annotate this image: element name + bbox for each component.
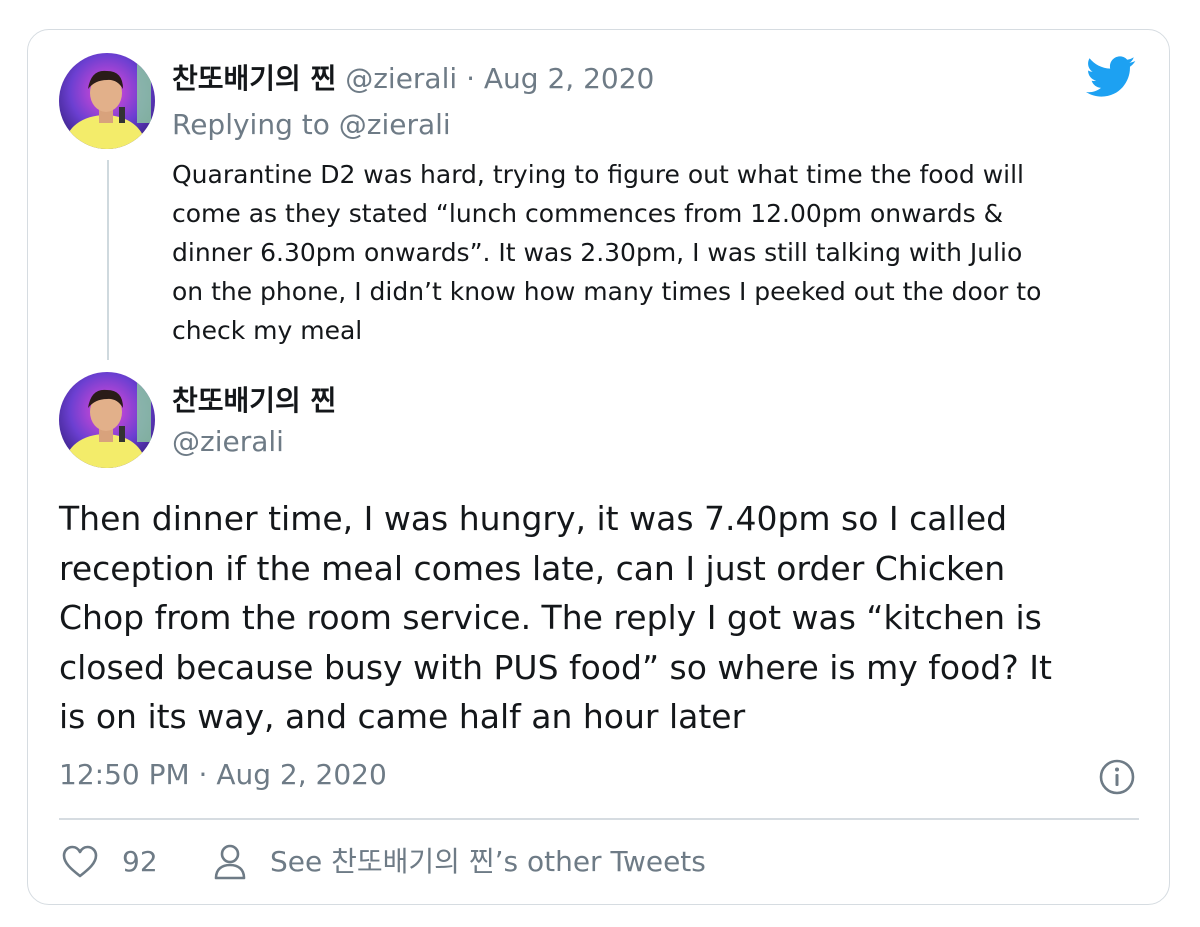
parent-display-name[interactable]: 찬또배기의 찐 — [172, 62, 336, 95]
replying-to-prefix: Replying to — [172, 108, 330, 141]
heart-icon[interactable] — [61, 844, 99, 880]
parent-tweet-header: 찬또배기의 찐 @zierali · Aug 2, 2020 — [172, 60, 654, 98]
main-text-line: Chop from the room service. The reply I … — [59, 598, 1042, 637]
parent-text-line: come as they stated “lunch commences fro… — [172, 199, 1004, 228]
main-text-line: closed because busy with PUS food” so wh… — [59, 647, 1052, 687]
tweet-timestamp[interactable]: 12:50 PM · Aug 2, 2020 — [59, 756, 387, 794]
info-icon[interactable] — [1097, 757, 1137, 797]
main-text-line: Then dinner time, I was hungry, it was 7… — [59, 499, 1008, 538]
parent-date[interactable]: Aug 2, 2020 — [484, 62, 654, 95]
replying-to-handle[interactable]: @zierali — [339, 108, 451, 141]
parent-handle[interactable]: @zierali — [345, 62, 457, 95]
main-handle[interactable]: @zierali — [172, 423, 284, 461]
person-icon[interactable] — [213, 843, 247, 881]
parent-tweet-text: Quarantine D2 was hard, trying to figure… — [172, 155, 1147, 350]
thread-connector-line — [107, 160, 109, 360]
parent-text-line: Quarantine D2 was hard, trying to figure… — [172, 160, 1025, 189]
replying-to: Replying to @zierali — [172, 106, 451, 144]
parent-text-line: check my meal — [172, 316, 363, 345]
main-tweet-avatar[interactable] — [59, 372, 155, 468]
main-display-name[interactable]: 찬또배기의 찐 — [172, 382, 336, 420]
main-tweet-text: Then dinner time, I was hungry, it was 7… — [59, 494, 1139, 742]
twitter-bird-icon[interactable] — [1086, 56, 1136, 98]
main-text-line: reception if the meal comes late, can I … — [59, 548, 1006, 588]
parent-tweet-avatar[interactable] — [59, 53, 155, 149]
footer-divider — [59, 818, 1139, 820]
parent-text-line: dinner 6.30pm onwards”. It was 2.30pm, I… — [172, 238, 1023, 267]
like-count[interactable]: 92 — [122, 843, 158, 881]
see-other-tweets-link[interactable]: See 찬또배기의 찐’s other Tweets — [270, 843, 706, 881]
header-separator: · — [466, 62, 475, 95]
main-text-line: is on its way, and came half an hour lat… — [59, 697, 746, 736]
parent-text-line: on the phone, I didn’t know how many tim… — [172, 277, 1042, 306]
